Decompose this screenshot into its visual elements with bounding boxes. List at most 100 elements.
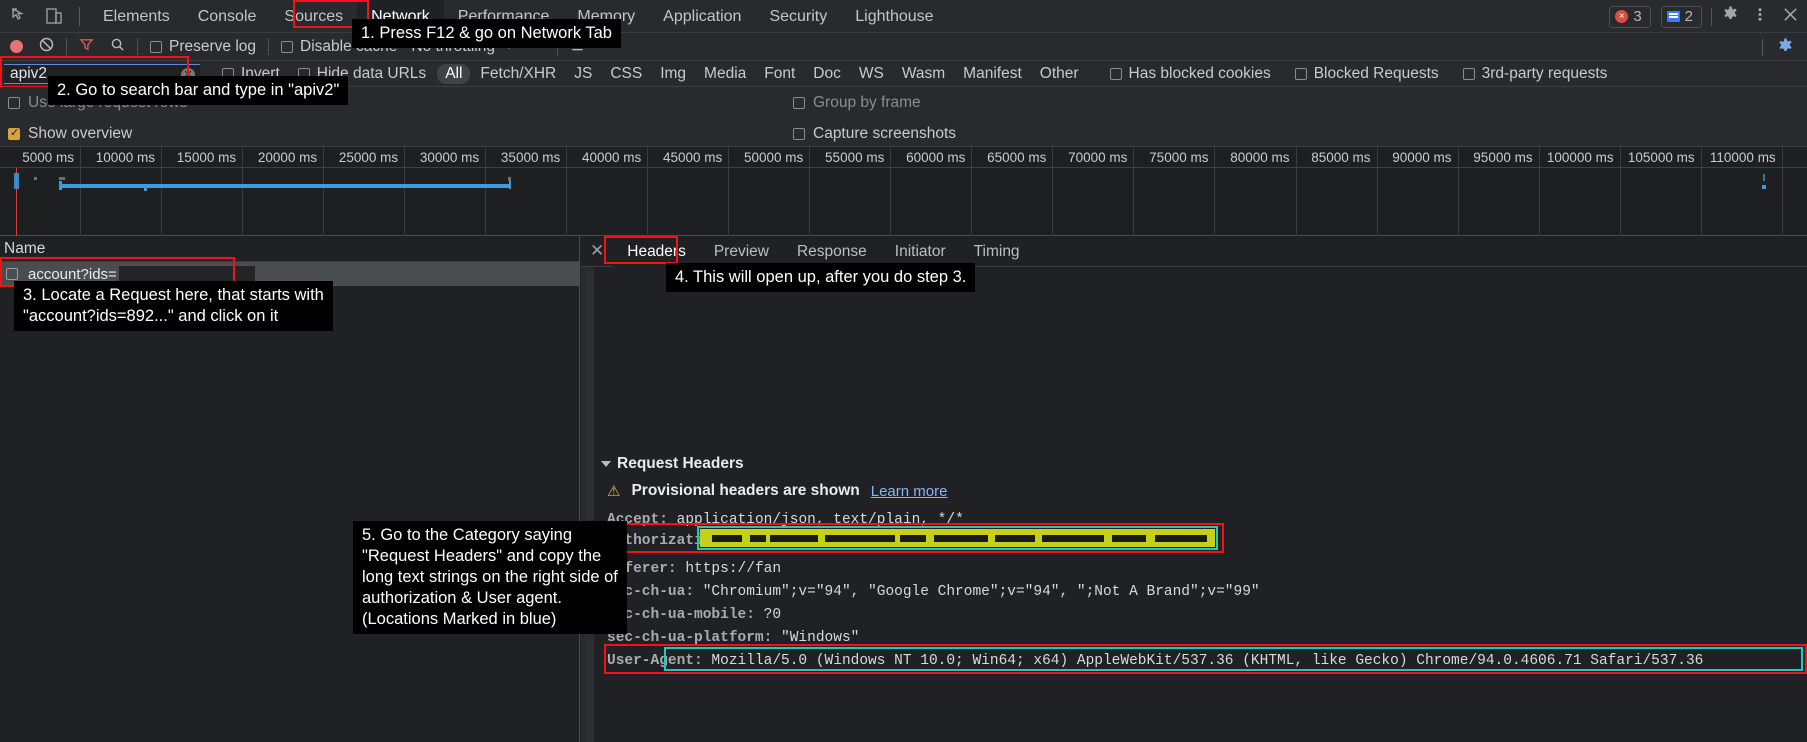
message-counter[interactable]: 2 [1660, 5, 1702, 28]
tabbar-divider [79, 6, 80, 26]
filter-type-manifest[interactable]: Manifest [955, 64, 1030, 84]
tab-initiator[interactable]: Initiator [881, 236, 960, 267]
checkbox-box [8, 126, 20, 140]
third-party-label: 3rd-party requests [1481, 64, 1608, 82]
blocked-requests-checkbox[interactable]: Blocked Requests [1294, 65, 1439, 83]
filter-icon[interactable] [79, 37, 94, 57]
error-counter[interactable]: × 3 [1609, 5, 1651, 28]
timeline-tick-cell: 45000 ms [648, 147, 730, 236]
timeline-tick-label: 5000 ms [22, 150, 75, 165]
close-icon[interactable] [1782, 6, 1799, 28]
error-count: 3 [1633, 8, 1642, 25]
timeline-tick-label: 65000 ms [987, 150, 1047, 165]
header-row-accept: Accept: application/json, text/plain, */… [607, 512, 964, 528]
network-settings-gear-icon[interactable] [1776, 37, 1795, 61]
timeline-tick-label: 90000 ms [1392, 150, 1452, 165]
timeline-tick-cell: 75000 ms [1134, 147, 1216, 236]
tab-lighthouse[interactable]: Lighthouse [841, 0, 947, 33]
redacted-request-id [118, 265, 255, 283]
device-toolbar-icon[interactable] [44, 6, 64, 26]
tab-preview[interactable]: Preview [700, 236, 783, 267]
tab-security[interactable]: Security [755, 0, 841, 33]
timeline-tick-label: 80000 ms [1230, 150, 1290, 165]
close-details-icon[interactable]: ✕ [590, 241, 604, 261]
tab-headers[interactable]: Headers [613, 235, 700, 267]
inspect-element-icon[interactable] [10, 6, 30, 26]
header-row-sec-ch-ua-mobile: sec-ch-ua-mobile: ?0 [607, 607, 781, 623]
checkbox-box [281, 40, 294, 53]
filter-type-js[interactable]: JS [566, 64, 600, 84]
filter-type-ws[interactable]: WS [851, 64, 892, 84]
request-details-pane: ✕ Headers Preview Response Initiator Tim… [581, 235, 1807, 742]
warning-icon: ⚠ [607, 483, 621, 500]
checkbox-box [1294, 67, 1307, 80]
chevron-down-icon[interactable] [601, 461, 611, 467]
filter-type-css[interactable]: CSS [602, 64, 650, 84]
timeline-bar-tick [144, 187, 147, 191]
group-by-frame-checkbox[interactable]: Group by frame [793, 94, 921, 112]
authorization-redacted-value [700, 529, 1215, 547]
tab-sources[interactable]: Sources [270, 0, 357, 33]
header-value: Mozilla/5.0 (Windows NT 10.0; Win64; x64… [711, 653, 1704, 669]
show-overview-checkbox[interactable]: Show overview [8, 125, 132, 143]
tab-console[interactable]: Console [184, 0, 271, 33]
column-header-name[interactable]: Name [0, 236, 579, 262]
toolbar-divider-1 [66, 38, 67, 55]
kebab-menu-icon[interactable] [1752, 5, 1768, 29]
timeline-tick-label: 45000 ms [662, 150, 723, 165]
capture-screenshots-checkbox[interactable]: Capture screenshots [793, 125, 956, 143]
filter-type-media[interactable]: Media [696, 64, 754, 84]
tab-timing[interactable]: Timing [960, 236, 1034, 267]
filter-type-doc[interactable]: Doc [805, 64, 849, 84]
devtools-tabbar: Elements Console Sources Network Perform… [0, 0, 1807, 33]
timeline-tick-cell: 105000 ms [1621, 147, 1702, 236]
has-blocked-cookies-label: Has blocked cookies [1128, 64, 1271, 82]
timeline-tick-label: 20000 ms [257, 150, 318, 165]
timeline-tick-label: 60000 ms [906, 150, 966, 165]
third-party-requests-checkbox[interactable]: 3rd-party requests [1462, 64, 1608, 83]
timeline-dot [34, 177, 37, 180]
preserve-log-checkbox[interactable]: Preserve log [150, 38, 256, 56]
timeline-tick-label: 95000 ms [1473, 150, 1533, 165]
filter-type-fetchxhr[interactable]: Fetch/XHR [472, 64, 564, 84]
timeline-tick-cell: 95000 ms [1459, 147, 1540, 236]
filter-type-font[interactable]: Font [756, 64, 803, 84]
tab-elements[interactable]: Elements [89, 0, 184, 33]
timeline-dot [1762, 185, 1766, 189]
timeline-bar-start [59, 181, 62, 190]
timeline-tick-cell: 60000 ms [891, 147, 973, 236]
row-checkbox[interactable] [6, 268, 18, 280]
header-key: sec-ch-ua-mobile: [607, 607, 755, 623]
overview-toggle-row: Show overview Capture screenshots [0, 119, 1807, 147]
checkbox-box [793, 128, 805, 140]
filter-type-wasm[interactable]: Wasm [894, 64, 953, 84]
filter-type-other[interactable]: Other [1032, 64, 1087, 84]
section-title-text: Request Headers [617, 455, 744, 472]
filter-type-all[interactable]: All [437, 63, 471, 84]
timeline-tick-label: 105000 ms [1627, 150, 1695, 165]
timeline-tick-cell: 30000 ms [405, 147, 487, 236]
timeline-tick-cell: 50000 ms [729, 147, 811, 236]
has-blocked-cookies-checkbox[interactable]: Has blocked cookies [1109, 64, 1271, 83]
timeline-duration-bar [59, 184, 511, 188]
timeline-tick-label: 15000 ms [176, 150, 237, 165]
tab-application[interactable]: Application [649, 0, 755, 33]
header-row-sec-ch-ua-platform: sec-ch-ua-platform: "Windows" [607, 630, 859, 646]
tab-response[interactable]: Response [783, 236, 881, 267]
timeline-tick-cell: 15000 ms [162, 147, 244, 236]
network-overview-timeline[interactable]: 5000 ms 10000 ms 15000 ms 20000 ms 25000 ms 3… [0, 147, 1807, 236]
checkbox-box [793, 97, 805, 109]
gear-icon[interactable] [1721, 5, 1740, 29]
network-toolbar: Preserve log Disable cache No throttling [0, 33, 1807, 61]
checkbox-box [150, 40, 162, 53]
filter-type-img[interactable]: Img [652, 64, 694, 84]
record-button-icon[interactable] [10, 40, 23, 53]
preserve-log-label: Preserve log [169, 37, 257, 55]
timeline-tick-label: 40000 ms [581, 150, 642, 165]
tabbar-left-icons [0, 6, 70, 26]
search-icon[interactable] [110, 37, 125, 57]
learn-more-link[interactable]: Learn more [871, 483, 948, 500]
request-headers-section[interactable]: Request Headers [601, 455, 744, 473]
clear-icon[interactable] [39, 37, 54, 57]
timeline-tick-cell: 65000 ms [972, 147, 1054, 236]
